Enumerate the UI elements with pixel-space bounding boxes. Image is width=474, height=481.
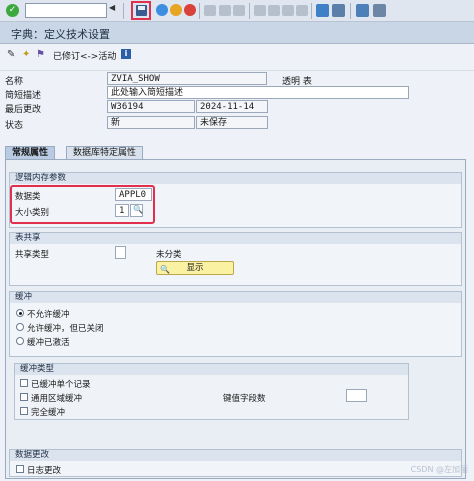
- display-button[interactable]: 🔍 显示: [156, 261, 234, 275]
- checkmark-icon[interactable]: ✓: [6, 4, 19, 17]
- option-label: 允许缓冲，但已关闭: [27, 324, 104, 334]
- buffer-type-group: 缓冲类型 已缓冲单个记录 通用区域缓冲 键值字段数 完全缓冲: [14, 363, 409, 420]
- system-toolbar: ✓ ◀: [0, 0, 474, 22]
- display-icon: 🔍: [160, 265, 170, 274]
- last-changed-user-field: W36194: [107, 100, 195, 113]
- cancel-icon[interactable]: [184, 4, 196, 16]
- key-fields-input[interactable]: [346, 389, 367, 402]
- previous-page-icon[interactable]: [268, 5, 280, 16]
- toolbar-separator: [311, 3, 312, 19]
- back-icon[interactable]: [156, 4, 168, 16]
- last-page-icon[interactable]: [296, 5, 308, 16]
- last-changed-label: 最后更改: [5, 105, 42, 115]
- title-bar: 字典：定义技术设置: [0, 22, 474, 44]
- application-toolbar: ✎ ✦ ⚑ 已修订<->活动 i: [0, 44, 474, 64]
- group-title: 逻辑内存参数: [10, 173, 461, 184]
- share-type-value: 未分类: [156, 250, 182, 260]
- print-icon[interactable]: [204, 5, 216, 16]
- key-fields-label: 键值字段数: [223, 394, 266, 404]
- radio-buffering-active[interactable]: [16, 337, 24, 345]
- name-field: ZVIA_SHOW: [107, 72, 267, 85]
- display-change-icon[interactable]: ✎: [7, 49, 15, 60]
- option-label: 完全缓冲: [31, 408, 66, 418]
- exit-icon[interactable]: [170, 4, 182, 16]
- find-icon[interactable]: [219, 5, 231, 16]
- checkbox-single-records[interactable]: [20, 379, 28, 387]
- watermark: CSDN @左加丽: [410, 465, 468, 474]
- data-change-group: 数据更改 日志更改: [9, 449, 462, 477]
- name-label: 名称: [5, 77, 24, 87]
- logical-storage-group: 逻辑内存参数 数据类 APPL0 大小类别 1 🔍: [9, 172, 462, 228]
- group-title: 数据更改: [10, 450, 461, 461]
- divider: [0, 70, 474, 71]
- shortcut-icon[interactable]: [332, 4, 345, 17]
- info-icon[interactable]: i: [121, 49, 131, 59]
- toolbar-separator: [199, 3, 200, 19]
- option-label: 缓冲已激活: [27, 338, 70, 348]
- option-label: 已缓冲单个记录: [31, 380, 91, 390]
- next-page-icon[interactable]: [282, 5, 294, 16]
- last-changed-date-field: 2024-11-14: [196, 100, 268, 113]
- layout-menu-icon[interactable]: [373, 4, 386, 17]
- tab-db-specific-properties[interactable]: 数据库特定属性: [66, 146, 144, 159]
- find-next-icon[interactable]: [233, 5, 245, 16]
- highlight-frame: [10, 185, 155, 224]
- save-status-field: 未保存: [196, 116, 268, 129]
- option-label: 通用区域缓冲: [31, 394, 83, 404]
- check-icon[interactable]: ⚑: [36, 49, 45, 60]
- tab-general-properties[interactable]: 常规属性: [5, 146, 56, 159]
- toolbar-separator: [249, 3, 250, 19]
- revised-active-button[interactable]: 已修订<->活动: [53, 49, 116, 62]
- save-button[interactable]: [131, 1, 151, 20]
- first-page-icon[interactable]: [254, 5, 266, 16]
- radio-buffering-off[interactable]: [16, 323, 24, 331]
- option-label: 不允许缓冲: [27, 310, 70, 320]
- help-icon[interactable]: [356, 4, 369, 17]
- display-button-label: 显示: [186, 263, 204, 273]
- checkbox-full-buffering[interactable]: [20, 407, 28, 415]
- status-field: 新: [107, 116, 195, 129]
- table-sharing-group: 表共享 共享类型 未分类 🔍 显示: [9, 232, 462, 286]
- status-label: 状态: [5, 121, 24, 131]
- new-session-icon[interactable]: [316, 4, 329, 17]
- command-field[interactable]: [25, 3, 107, 18]
- group-title: 缓冲类型: [15, 364, 408, 375]
- checkbox-generic-area[interactable]: [20, 393, 28, 401]
- tab-strip: 常规属性 数据库特定属性: [0, 146, 474, 159]
- group-title: 缓冲: [10, 292, 461, 303]
- checkbox-log-changes[interactable]: [16, 465, 24, 473]
- share-type-field[interactable]: [115, 246, 126, 259]
- group-title: 表共享: [10, 233, 461, 244]
- short-description-field[interactable]: 此处输入简短描述: [107, 86, 409, 99]
- activate-icon[interactable]: ✦: [22, 49, 30, 60]
- radio-no-buffering[interactable]: [16, 309, 24, 317]
- command-history-arrow-icon[interactable]: ◀: [109, 3, 115, 12]
- short-description-label: 简短描述: [5, 91, 42, 101]
- tab-panel: 逻辑内存参数 数据类 APPL0 大小类别 1 🔍 表共享 共享类型 未分类 🔍…: [5, 159, 466, 479]
- buffering-group: 缓冲 不允许缓冲 允许缓冲，但已关闭 缓冲已激活: [9, 291, 462, 357]
- share-type-label: 共享类型: [15, 250, 50, 260]
- save-disk-icon: [136, 5, 147, 16]
- page-title: 字典：定义技术设置: [11, 28, 110, 41]
- option-label: 日志更改: [27, 466, 62, 476]
- toolbar-separator: [350, 3, 351, 19]
- toolbar-separator: [123, 3, 124, 19]
